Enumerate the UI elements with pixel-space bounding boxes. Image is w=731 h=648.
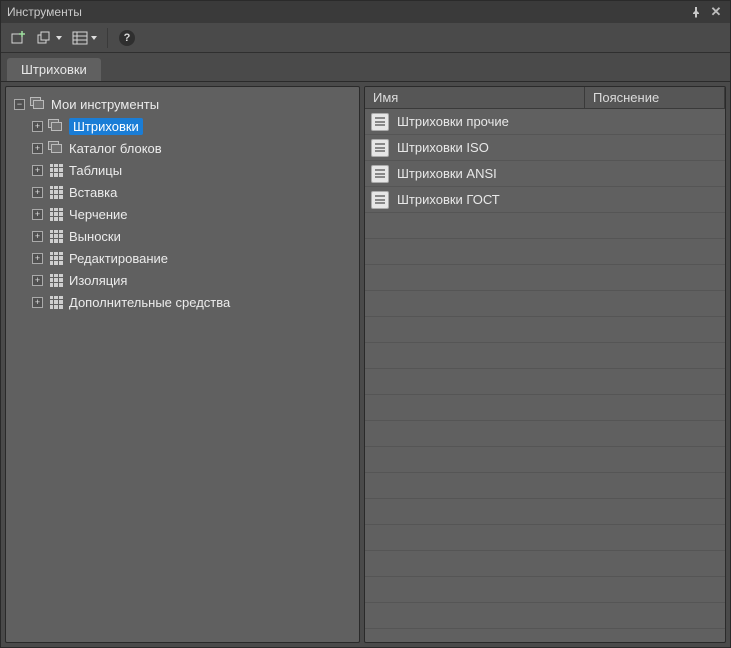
stack-icon [48,119,64,133]
panel-root: Инструменты ✕ ? Штриховки [0,0,731,648]
list-row-empty [365,603,725,629]
expand-icon[interactable]: + [32,165,43,176]
grid-icon [48,295,64,309]
tree-item[interactable]: + Редактирование [10,247,355,269]
row-name-label: Штриховки ГОСТ [397,192,500,207]
new-palette-button[interactable] [7,27,29,49]
list-row[interactable]: Штриховки ISO [365,135,725,161]
stack-icon [48,141,64,155]
tree-item-label: Дополнительные средства [69,295,230,310]
grid-icon [48,163,64,177]
column-header-name[interactable]: Имя [365,87,585,108]
cell-name: Штриховки прочие [365,113,585,131]
cell-name: Штриховки ANSI [365,165,585,183]
list-row-empty [365,499,725,525]
tree-root[interactable]: − Мои инструменты [10,93,355,115]
tree-item-label: Редактирование [69,251,168,266]
grid-icon [48,251,64,265]
tree-item-label: Вставка [69,185,117,200]
document-icon [371,165,389,183]
expand-icon[interactable]: + [32,253,43,264]
tree-item-label: Каталог блоков [69,141,162,156]
list-row-empty [365,577,725,603]
pin-icon[interactable] [688,4,704,20]
tree-item[interactable]: + Штриховки [10,115,355,137]
list-pane: Имя Пояснение Штриховки прочиеШтриховки … [364,86,726,643]
list-row-empty [365,421,725,447]
new-group-button[interactable] [35,27,64,49]
list-row-empty [365,291,725,317]
help-icon: ? [119,30,135,46]
tree-item-label: Таблицы [69,163,122,178]
list-row-empty [365,213,725,239]
tree-pane[interactable]: − Мои инструменты + Штриховки + Каталог бло… [5,86,360,643]
list-row[interactable]: Штриховки ANSI [365,161,725,187]
panel-title: Инструменты [7,5,82,19]
tree-root-label: Мои инструменты [51,97,159,112]
column-header-desc[interactable]: Пояснение [585,87,725,108]
list-header: Имя Пояснение [365,87,725,109]
grid-icon [48,207,64,221]
grid-icon [48,273,64,287]
list-row[interactable]: Штриховки ГОСТ [365,187,725,213]
help-button[interactable]: ? [116,27,138,49]
toolbar: ? [1,23,730,53]
grid-icon [48,229,64,243]
tabstrip: Штриховки [1,53,730,81]
row-name-label: Штриховки ANSI [397,166,497,181]
list-row-empty [365,265,725,291]
collapse-icon[interactable]: − [14,99,25,110]
tree-item[interactable]: + Изоляция [10,269,355,291]
expand-icon[interactable]: + [32,231,43,242]
chevron-down-icon [56,36,62,40]
list-row-empty [365,343,725,369]
chevron-down-icon [91,36,97,40]
tree-item[interactable]: + Выноски [10,225,355,247]
list-row[interactable]: Штриховки прочие [365,109,725,135]
titlebar: Инструменты ✕ [1,1,730,23]
document-icon [371,139,389,157]
tree-item[interactable]: + Каталог блоков [10,137,355,159]
cell-name: Штриховки ISO [365,139,585,157]
expand-icon[interactable]: + [32,143,43,154]
tree-item-label: Черчение [69,207,128,222]
list-row-empty [365,447,725,473]
tree-item-label: Выноски [69,229,121,244]
tree-item[interactable]: + Таблицы [10,159,355,181]
list-row-empty [365,369,725,395]
expand-icon[interactable]: + [32,121,43,132]
grid-icon [48,185,64,199]
list-row-empty [365,551,725,577]
list-row-empty [365,317,725,343]
tab-active[interactable]: Штриховки [7,58,101,81]
list-row-empty [365,239,725,265]
cell-name: Штриховки ГОСТ [365,191,585,209]
row-name-label: Штриховки прочие [397,114,509,129]
list-row-empty [365,629,725,642]
list-row-empty [365,473,725,499]
tree-item-label: Изоляция [69,273,127,288]
tree-item-label: Штриховки [69,118,143,135]
view-mode-button[interactable] [70,27,99,49]
list-row-empty [365,525,725,551]
list-body[interactable]: Штриховки прочие Штриховки ISO Штриховки A… [365,109,725,642]
main: − Мои инструменты + Штриховки + Каталог бло… [1,81,730,647]
expand-icon[interactable]: + [32,297,43,308]
document-icon [371,191,389,209]
tree-item[interactable]: + Черчение [10,203,355,225]
list-row-empty [365,395,725,421]
tree-item[interactable]: + Вставка [10,181,355,203]
close-icon[interactable]: ✕ [708,4,724,20]
expand-icon[interactable]: + [32,275,43,286]
expand-icon[interactable]: + [32,187,43,198]
row-name-label: Штриховки ISO [397,140,489,155]
palette-root-icon [30,97,46,111]
expand-icon[interactable]: + [32,209,43,220]
document-icon [371,113,389,131]
toolbar-separator [107,28,108,48]
tree-item[interactable]: + Дополнительные средства [10,291,355,313]
